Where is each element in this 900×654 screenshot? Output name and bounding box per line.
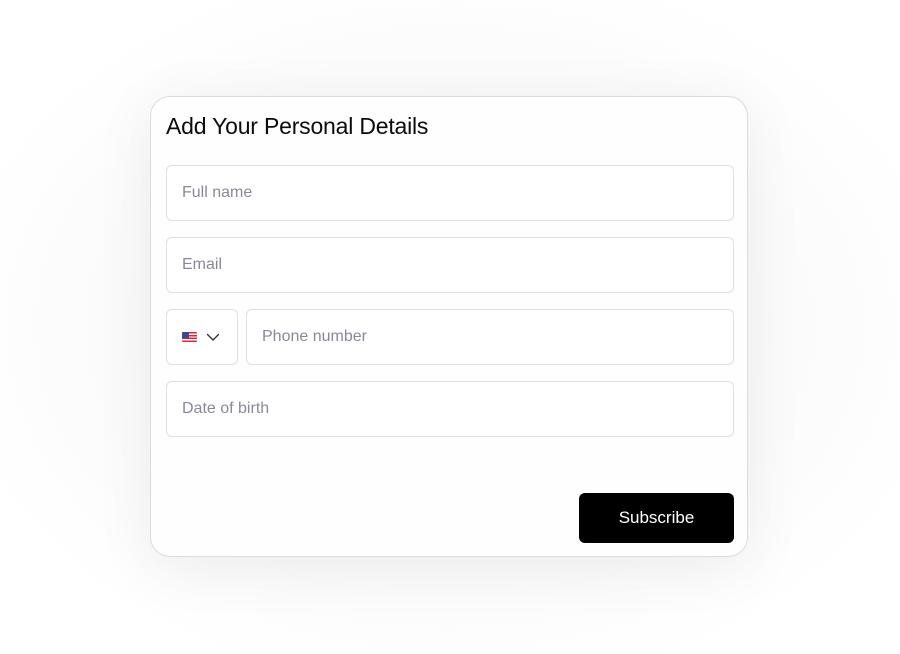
form-title: Add Your Personal Details [166,113,429,139]
subscribe-button[interactable]: Subscribe [579,493,734,543]
full-name-field [166,165,734,221]
phone-field [246,309,734,365]
us-flag-icon [182,332,197,342]
full-name-input[interactable] [167,166,733,220]
email-input[interactable] [167,238,733,292]
email-field [166,237,734,293]
personal-details-card: Add Your Personal Details Subscribe [150,96,748,557]
phone-number-input[interactable] [247,310,733,364]
date-of-birth-field [166,381,734,437]
date-of-birth-input[interactable] [167,382,733,436]
chevron-down-icon [206,333,220,341]
country-code-select[interactable] [166,309,238,365]
page-background: Add Your Personal Details Subscribe [0,0,900,654]
